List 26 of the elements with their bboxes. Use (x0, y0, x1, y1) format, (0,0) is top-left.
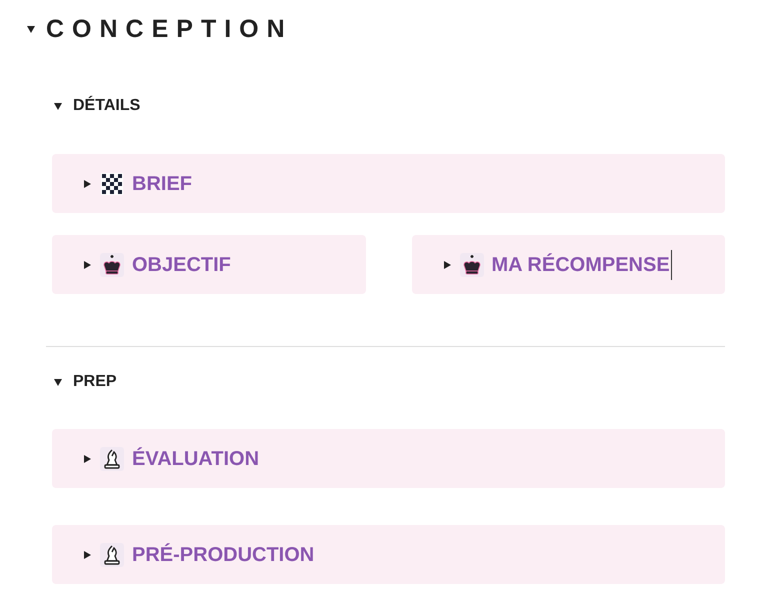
expand-toggle-icon[interactable] (82, 550, 92, 560)
expand-toggle-icon[interactable] (442, 260, 452, 270)
toggle-block[interactable]: BRIEF (52, 154, 725, 213)
toggle-block[interactable]: PRÉ-PRODUCTION (52, 525, 725, 584)
collapse-toggle-icon[interactable] (53, 101, 63, 111)
section-heading: CONCEPTION (46, 14, 293, 44)
bishop-piece-icon (100, 446, 124, 470)
king-crown-icon (460, 252, 484, 276)
block-title[interactable]: OBJECTIF (132, 250, 231, 280)
block-title[interactable]: ÉVALUATION (132, 444, 260, 474)
bishop-piece-icon (100, 542, 124, 566)
block-title[interactable]: MA RÉCOMPENSE (492, 250, 672, 280)
collapse-toggle-icon[interactable] (26, 24, 36, 34)
block-title[interactable]: PRÉ-PRODUCTION (132, 540, 314, 570)
expand-toggle-icon[interactable] (82, 178, 92, 188)
toggle-heading: PREP (73, 372, 117, 392)
expand-toggle-icon[interactable] (82, 454, 92, 464)
toggle-block[interactable]: OBJECTIF (52, 235, 366, 294)
collapse-toggle-icon[interactable] (53, 377, 63, 387)
toggle-block[interactable]: MA RÉCOMPENSE (412, 235, 725, 294)
toggle-heading: DÉTAILS (73, 94, 140, 116)
checkered-flag-icon (100, 172, 124, 196)
toggle-block[interactable]: ÉVALUATION (52, 429, 725, 488)
block-title[interactable]: BRIEF (132, 168, 192, 198)
expand-toggle-icon[interactable] (82, 260, 92, 270)
king-crown-icon (100, 252, 124, 276)
